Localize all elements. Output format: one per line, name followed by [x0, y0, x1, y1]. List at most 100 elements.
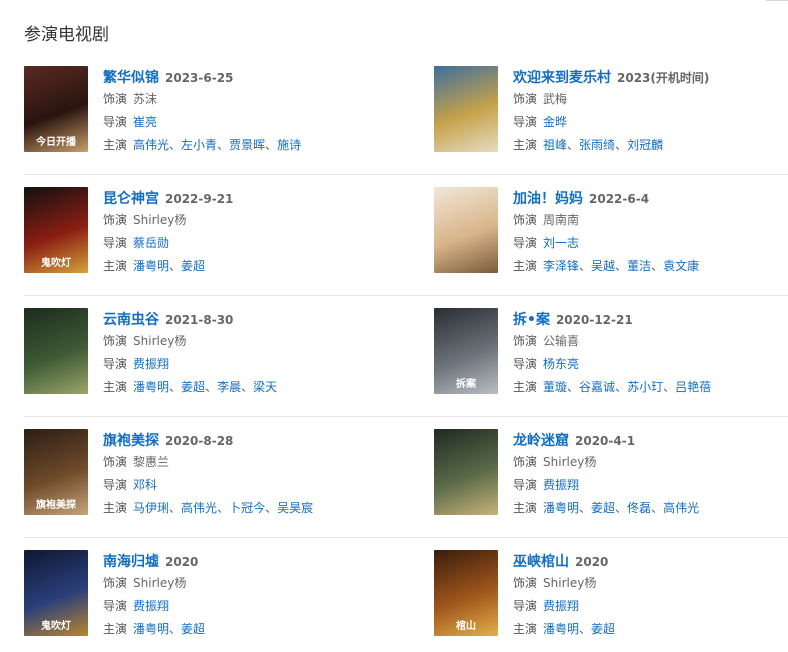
poster-image[interactable]: 棺山: [434, 550, 498, 636]
poster-image[interactable]: [434, 187, 498, 273]
cast-link[interactable]: 李泽锋: [543, 259, 579, 273]
cast-link[interactable]: 卜冠今: [229, 501, 265, 515]
role-value: 苏沫: [133, 92, 158, 106]
cast-link[interactable]: 董洁: [627, 259, 651, 273]
cast-link[interactable]: 祖峰: [543, 138, 567, 152]
poster-caption: 鬼吹灯: [41, 258, 71, 269]
drama-row: 鬼吹灯 昆仑神宫 2022-9-21 饰演 Shirley杨 导演 蔡岳勋 主演 潘粤明、姜超加…: [24, 175, 788, 296]
drama-title-link[interactable]: 云南虫谷: [103, 312, 159, 328]
director-link[interactable]: 杨东亮: [543, 357, 579, 371]
director-link[interactable]: 崔亮: [133, 115, 157, 129]
cast-link[interactable]: 姜超: [591, 622, 615, 636]
director-link[interactable]: 刘一志: [543, 236, 579, 250]
poster-image[interactable]: 旗袍美探: [24, 429, 88, 515]
drama-title-link[interactable]: 巫峡棺山: [513, 554, 569, 570]
cast-line: 主演 潘粤明、姜超、佟磊、高伟光: [513, 497, 788, 520]
list-separator: 、: [579, 622, 592, 636]
cast-link[interactable]: 潘粤明: [133, 622, 169, 636]
director-link[interactable]: 费振翔: [133, 357, 169, 371]
drama-title-link[interactable]: 欢迎来到麦乐村: [513, 70, 611, 86]
poster-image[interactable]: 鬼吹灯: [24, 550, 88, 636]
cast-link[interactable]: 姜超: [181, 259, 205, 273]
cast-link[interactable]: 袁文康: [663, 259, 699, 273]
drama-title-link[interactable]: 旗袍美探: [103, 433, 159, 449]
cast-link[interactable]: 高伟光: [133, 138, 169, 152]
title-line: 加油！妈妈 2022-6-4: [513, 187, 788, 209]
cast-link[interactable]: 梁天: [253, 380, 277, 394]
list-separator: 、: [169, 380, 182, 394]
drama-card: 云南虫谷 2021-8-30 饰演 Shirley杨 导演 费振翔 主演 潘粤明、姜超、李晨、…: [24, 308, 404, 396]
cast-link[interactable]: 谷嘉诚: [579, 380, 615, 394]
role-value: Shirley杨: [543, 455, 597, 469]
list-separator: 、: [663, 380, 676, 394]
drama-title-link[interactable]: 拆•案: [513, 312, 550, 328]
poster-caption: 今日开播: [36, 137, 76, 148]
director-label: 导演: [103, 357, 128, 371]
cast-link[interactable]: 潘粤明: [543, 622, 579, 636]
cast-label: 主演: [103, 501, 128, 515]
director-link[interactable]: 金晔: [543, 115, 567, 129]
poster-caption: 鬼吹灯: [41, 621, 71, 632]
cast-label: 主演: [513, 380, 538, 394]
cast-link[interactable]: 吴昊宸: [277, 501, 313, 515]
list-separator: 、: [579, 501, 592, 515]
drama-year: 2022-6-4: [589, 192, 650, 206]
cast-link[interactable]: 左小青: [181, 138, 217, 152]
cast-label: 主演: [103, 380, 128, 394]
cast-link[interactable]: 施诗: [277, 138, 301, 152]
cast-link[interactable]: 潘粤明: [543, 501, 579, 515]
role-value: 公输喜: [543, 334, 580, 348]
cast-link[interactable]: 姜超: [181, 380, 205, 394]
poster-caption: 旗袍美探: [36, 500, 76, 511]
cast-link[interactable]: 姜超: [181, 622, 205, 636]
poster-image[interactable]: [434, 66, 498, 152]
cast-label: 主演: [103, 138, 128, 152]
cast-line: 主演 潘粤明、姜超: [103, 618, 403, 641]
list-separator: 、: [651, 501, 664, 515]
drama-title-link[interactable]: 昆仑神宫: [103, 191, 159, 207]
director-link[interactable]: 费振翔: [543, 478, 579, 492]
drama-title-link[interactable]: 南海归墟: [103, 554, 159, 570]
poster-image[interactable]: 今日开播: [24, 66, 88, 152]
director-line: 导演 费振翔: [513, 595, 788, 618]
role-label: 饰演: [513, 213, 538, 227]
poster-image[interactable]: 鬼吹灯: [24, 187, 88, 273]
drama-card: 拆案 拆•案 2020-12-21 饰演 公输喜 导演 杨东亮 主演 董璇、谷嘉诚、苏小玎、吕艳…: [434, 308, 788, 396]
cast-link[interactable]: 佟磊: [627, 501, 651, 515]
drama-title-link[interactable]: 龙岭迷窟: [513, 433, 569, 449]
cast-link[interactable]: 李晨: [217, 380, 241, 394]
drama-title-link[interactable]: 繁华似锦: [103, 70, 159, 86]
director-link[interactable]: 费振翔: [543, 599, 579, 613]
title-line: 欢迎来到麦乐村 2023(开机时间): [513, 66, 788, 88]
cast-link[interactable]: 姜超: [591, 501, 615, 515]
cast-link[interactable]: 张雨绮: [579, 138, 615, 152]
cast-link[interactable]: 潘粤明: [133, 380, 169, 394]
director-link[interactable]: 邓科: [133, 478, 157, 492]
cast-link[interactable]: 刘冠麟: [627, 138, 663, 152]
drama-card: 加油！妈妈 2022-6-4 饰演 周南南 导演 刘一志 主演 李泽锋、吴越、董洁、袁文康: [434, 187, 788, 275]
list-separator: 、: [615, 501, 628, 515]
drama-year: 2020: [575, 555, 609, 569]
cast-link[interactable]: 马伊琍: [133, 501, 169, 515]
cast-link[interactable]: 吴越: [591, 259, 615, 273]
poster-image[interactable]: 拆案: [434, 308, 498, 394]
director-line: 导演 金晔: [513, 111, 788, 134]
director-link[interactable]: 费振翔: [133, 599, 169, 613]
director-link[interactable]: 蔡岳勋: [133, 236, 169, 250]
role-value: 黎惠兰: [133, 455, 170, 469]
poster-image[interactable]: [434, 429, 498, 515]
drama-info: 云南虫谷 2021-8-30 饰演 Shirley杨 导演 费振翔 主演 潘粤明、姜超、李晨、…: [103, 308, 403, 399]
list-separator: 、: [241, 380, 254, 394]
cast-link[interactable]: 苏小玎: [627, 380, 663, 394]
cast-link[interactable]: 董璇: [543, 380, 567, 394]
cast-link[interactable]: 高伟光: [663, 501, 699, 515]
drama-info: 欢迎来到麦乐村 2023(开机时间) 饰演 武梅 导演 金晔 主演 祖峰、张雨绮、刘冠麟: [513, 66, 788, 157]
drama-title-link[interactable]: 加油！妈妈: [513, 191, 583, 207]
cast-link[interactable]: 吕艳蓓: [675, 380, 711, 394]
cast-label: 主演: [513, 259, 538, 273]
poster-image[interactable]: [24, 308, 88, 394]
cast-link[interactable]: 潘粤明: [133, 259, 169, 273]
cast-link[interactable]: 高伟光: [181, 501, 217, 515]
cast-line: 主演 潘粤明、姜超: [513, 618, 788, 641]
cast-link[interactable]: 贾景晖: [229, 138, 265, 152]
